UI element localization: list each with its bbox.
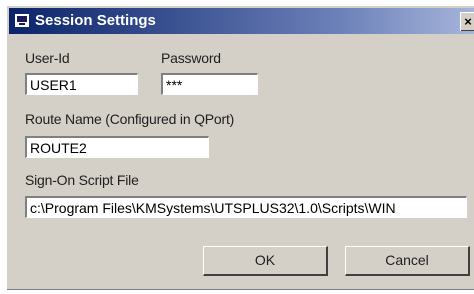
app-icon — [15, 14, 29, 27]
user-id-label: User-Id — [25, 50, 70, 66]
route-name-input[interactable]: ROUTE2 — [25, 136, 209, 158]
ok-button[interactable]: OK — [203, 246, 328, 276]
user-id-input[interactable]: USER1 — [25, 73, 138, 95]
password-label: Password — [161, 50, 221, 66]
route-name-label: Route Name (Configured in QPort) — [25, 111, 235, 127]
session-settings-dialog: Session Settings × User-Id USER1 Passwor… — [6, 5, 474, 290]
close-button[interactable]: × — [460, 12, 474, 31]
window-title: Session Settings — [35, 12, 156, 29]
cancel-button[interactable]: Cancel — [345, 246, 470, 276]
title-bar[interactable]: Session Settings × — [9, 8, 474, 34]
password-input[interactable]: *** — [161, 73, 258, 95]
signon-script-input[interactable]: c:\Program Files\KMSystems\UTSPLUS32\1.0… — [25, 196, 467, 218]
signon-script-label: Sign-On Script File — [25, 172, 139, 188]
